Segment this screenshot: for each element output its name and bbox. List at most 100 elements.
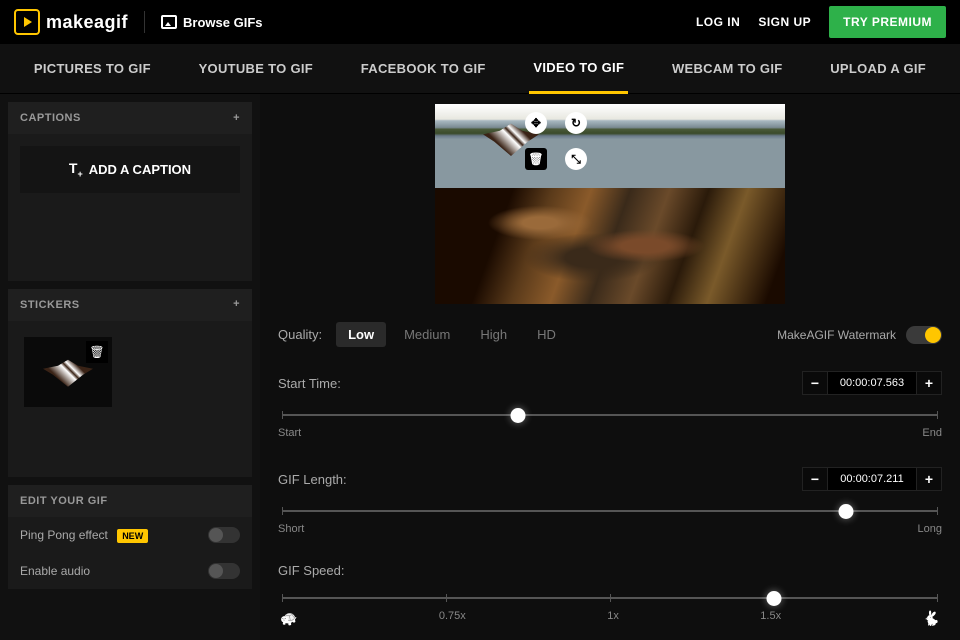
stickers-panel: STICKERS + 🗑 [8,289,252,477]
captions-body: T+ ADD A CAPTION [8,134,252,281]
slider-tick [282,594,283,602]
header-left: makeagif Browse GIFs [14,9,263,35]
gif-length-plus[interactable]: + [916,467,942,491]
captions-panel: CAPTIONS + T+ ADD A CAPTION [8,102,252,281]
long-label: Long [918,523,942,535]
tab-video[interactable]: VIDEO TO GIF [529,44,628,94]
slider-track [282,414,938,416]
signup-link[interactable]: SIGN UP [758,15,811,29]
start-time-plus[interactable]: + [916,371,942,395]
speed-075: 0.75x [439,610,466,627]
watermark-toggle[interactable] [906,326,942,344]
end-label: End [922,427,942,439]
captions-spacer [20,193,240,269]
start-label: Start [278,427,301,439]
logo-text: makeagif [46,12,128,33]
start-time-header: Start Time: − 00:00:07.563 + [278,371,942,395]
try-premium-button[interactable]: TRY PREMIUM [829,6,946,38]
move-icon: ✥ [531,116,541,130]
edit-panel: EDIT YOUR GIF Ping Pong effect NEW Enabl… [8,485,252,589]
edit-title: EDIT YOUR GIF [8,485,252,517]
start-time-thumb[interactable] [511,408,526,423]
sticker-delete-button[interactable]: 🗑 [86,341,108,363]
gif-length-group: GIF Length: − 00:00:07.211 + Short Long [278,467,942,535]
slider-tick-start [282,507,283,515]
logo[interactable]: makeagif [14,9,128,35]
tab-youtube[interactable]: YOUTUBE TO GIF [195,45,317,92]
stickers-body: 🗑 [8,321,252,477]
content: ✥ ↻ 🗑 ⤡ Quality: Low Medium High HD Make… [260,94,960,640]
tab-pictures[interactable]: PICTURES TO GIF [30,45,155,92]
pingpong-label: Ping Pong effect NEW [20,528,148,542]
add-caption-button[interactable]: T+ ADD A CAPTION [20,146,240,193]
audio-row: Enable audio [8,553,252,589]
browse-gifs-link[interactable]: Browse GIFs [161,15,262,30]
main: CAPTIONS + T+ ADD A CAPTION STICKERS + 🗑 [0,94,960,640]
start-time-label: Start Time: [278,376,341,391]
watermark-row: MakeAGIF Watermark [777,326,942,344]
overlay-move-button[interactable]: ✥ [525,112,547,134]
audio-toggle[interactable] [208,563,240,579]
start-time-group: Start Time: − 00:00:07.563 + Start End [278,371,942,439]
pingpong-toggle[interactable] [208,527,240,543]
resize-icon: ⤡ [571,152,581,167]
sidebar: CAPTIONS + T+ ADD A CAPTION STICKERS + 🗑 [0,94,260,640]
logo-icon [14,9,40,35]
overlay-resize-button[interactable]: ⤡ [565,148,587,170]
quality-high[interactable]: High [468,322,519,347]
add-sticker-icon[interactable]: + [233,299,240,310]
gif-length-minus[interactable]: − [802,467,828,491]
quality-options: Quality: Low Medium High HD [278,322,568,347]
video-preview[interactable]: ✥ ↻ 🗑 ⤡ [435,104,785,304]
login-link[interactable]: LOG IN [696,15,740,29]
add-caption-label: ADD A CAPTION [89,162,191,177]
browse-label: Browse GIFs [183,15,262,30]
gif-length-thumb[interactable] [839,504,854,519]
overlay-delete-button[interactable]: 🗑 [525,148,547,170]
gif-speed-labels: 🐢 0.75x 1x 1.5x 🐇 [278,610,942,627]
speed-1x: 1x [607,610,619,627]
watermark-label: MakeAGIF Watermark [777,328,896,342]
gif-length-label: GIF Length: [278,472,347,487]
stickers-title: STICKERS [20,299,80,311]
rotate-icon: ↻ [571,116,581,130]
image-icon [161,15,177,29]
gif-speed-slider[interactable] [282,594,938,602]
header: makeagif Browse GIFs LOG IN SIGN UP TRY … [0,0,960,44]
pingpong-row: Ping Pong effect NEW [8,517,252,553]
overlay-rotate-button[interactable]: ↻ [565,112,587,134]
start-time-slider[interactable] [282,411,938,419]
quality-hd[interactable]: HD [525,322,568,347]
tabs-bar: PICTURES TO GIF YOUTUBE TO GIF FACEBOOK … [0,44,960,94]
gif-speed-thumb[interactable] [767,591,782,606]
gif-length-labels: Short Long [278,523,942,535]
quality-label: Quality: [278,327,322,342]
audio-label: Enable audio [20,564,90,578]
gif-length-slider[interactable] [282,507,938,515]
captions-header: CAPTIONS + [8,102,252,134]
divider [144,11,145,33]
slider-tick-start [282,411,283,419]
start-time-minus[interactable]: − [802,371,828,395]
add-caption-icon[interactable]: + [233,113,240,124]
quality-low[interactable]: Low [336,322,386,347]
quality-medium[interactable]: Medium [392,322,462,347]
header-right: LOG IN SIGN UP TRY PREMIUM [696,6,946,38]
captions-title: CAPTIONS [20,112,81,124]
sticker-item[interactable]: 🗑 [24,337,112,407]
tab-upload[interactable]: UPLOAD A GIF [826,45,930,92]
controls: Quality: Low Medium High HD MakeAGIF Wat… [260,322,960,627]
speed-15x: 1.5x [760,610,781,627]
slider-tick [937,594,938,602]
gif-length-value[interactable]: 00:00:07.211 [828,467,916,491]
slider-tick-end [937,507,938,515]
overlay-sticker[interactable]: ✥ ↻ 🗑 ⤡ [483,120,539,156]
start-time-value[interactable]: 00:00:07.563 [828,371,916,395]
slider-tick-end [937,411,938,419]
slider-tick [610,594,611,602]
tab-webcam[interactable]: WEBCAM TO GIF [668,45,787,92]
text-icon: T+ [69,160,83,179]
tab-facebook[interactable]: FACEBOOK TO GIF [357,45,490,92]
gif-speed-group: GIF Speed: 🐢 0.75x 1x 1.5x 🐇 [278,563,942,627]
start-time-input: − 00:00:07.563 + [802,371,942,395]
